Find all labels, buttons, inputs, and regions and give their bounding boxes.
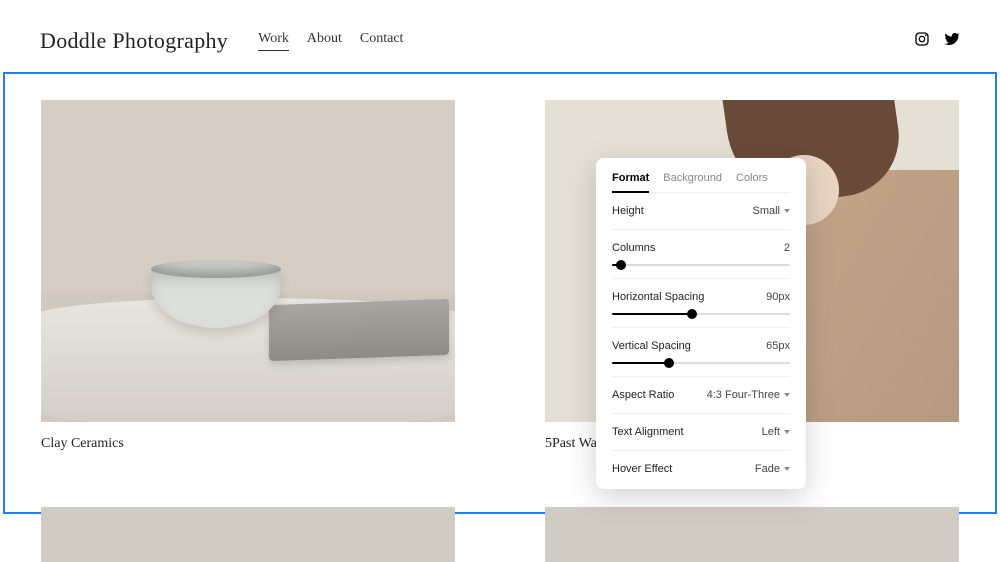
setting-vertical-spacing[interactable]: Vertical Spacing 65px: [612, 328, 790, 377]
setting-value: 90px: [766, 291, 790, 303]
chevron-down-icon: [784, 393, 790, 397]
setting-label: Horizontal Spacing: [612, 291, 704, 303]
gallery-row-next: [41, 507, 959, 562]
tab-format[interactable]: Format: [612, 172, 649, 184]
setting-value: Fade: [755, 463, 790, 475]
setting-value: 65px: [766, 340, 790, 352]
gallery-card[interactable]: Clay Ceramics: [41, 100, 455, 452]
nav-contact[interactable]: Contact: [360, 31, 404, 51]
setting-horizontal-spacing[interactable]: Horizontal Spacing 90px: [612, 279, 790, 328]
gallery-caption: Clay Ceramics: [41, 436, 455, 452]
gallery-grid: Clay Ceramics 5Past Watch: [41, 100, 959, 452]
gallery-selection-frame[interactable]: Clay Ceramics 5Past Watch: [3, 72, 997, 514]
primary-nav: Work About Contact: [258, 31, 403, 51]
setting-label: Hover Effect: [612, 463, 672, 475]
setting-label: Vertical Spacing: [612, 340, 691, 352]
panel-tabs: Format Background Colors: [612, 172, 790, 193]
setting-value: 4:3 Four-Three: [707, 389, 790, 401]
chevron-down-icon: [784, 209, 790, 213]
vspacing-slider[interactable]: [612, 362, 790, 364]
setting-hover-effect[interactable]: Hover Effect Fade: [612, 451, 790, 489]
setting-value: Left: [762, 426, 790, 438]
setting-value: Small: [752, 205, 790, 217]
setting-columns[interactable]: Columns 2: [612, 230, 790, 279]
chevron-down-icon: [784, 430, 790, 434]
setting-height[interactable]: Height Small: [612, 193, 790, 230]
setting-label: Text Alignment: [612, 426, 684, 438]
setting-aspect-ratio[interactable]: Aspect Ratio 4:3 Four-Three: [612, 377, 790, 414]
setting-label: Columns: [612, 242, 655, 254]
setting-label: Aspect Ratio: [612, 389, 674, 401]
tab-background[interactable]: Background: [663, 172, 722, 184]
tab-colors[interactable]: Colors: [736, 172, 768, 184]
site-header: Doddle Photography Work About Contact: [0, 0, 1000, 72]
hspacing-slider[interactable]: [612, 313, 790, 315]
chevron-down-icon: [784, 467, 790, 471]
site-title: Doddle Photography: [40, 28, 228, 54]
setting-label: Height: [612, 205, 644, 217]
nav-about[interactable]: About: [307, 31, 342, 51]
nav-work[interactable]: Work: [258, 31, 289, 51]
gallery-thumbnail: [41, 100, 455, 422]
social-links: [914, 31, 960, 52]
format-panel: Format Background Colors Height Small Co…: [596, 158, 806, 489]
columns-slider[interactable]: [612, 264, 790, 266]
twitter-icon[interactable]: [944, 31, 960, 52]
instagram-icon[interactable]: [914, 31, 930, 52]
setting-text-alignment[interactable]: Text Alignment Left: [612, 414, 790, 451]
setting-value: 2: [784, 242, 790, 254]
